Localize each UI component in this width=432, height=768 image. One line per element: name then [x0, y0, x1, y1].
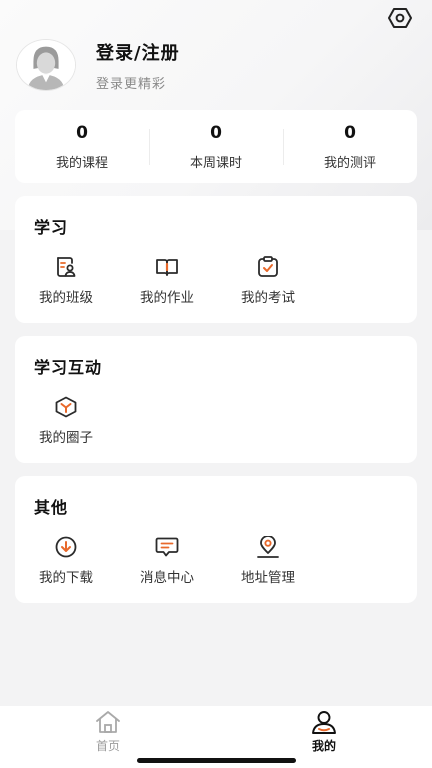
stat-value: 0: [344, 122, 356, 143]
menu-item-label: 消息中心: [140, 570, 194, 586]
stat-label: 本周课时: [189, 155, 242, 171]
home-icon: [96, 711, 120, 733]
class-icon: [57, 257, 76, 277]
menu-item-my-exam[interactable]: 我的考试: [236, 256, 337, 306]
profile-header[interactable]: 登录/注册 登录更精彩: [16, 38, 180, 92]
login-subtitle: 登录更精彩: [96, 76, 167, 92]
menu-item-label: 我的圈子: [39, 430, 93, 446]
location-pin-icon: [257, 536, 279, 558]
home-indicator: [137, 758, 296, 763]
menu-item-label: 我的考试: [241, 290, 295, 306]
stat-weekly-hours[interactable]: 0 本周课时: [149, 123, 283, 171]
download-icon: [55, 536, 77, 558]
menu-item-message-center[interactable]: 消息中心: [135, 536, 236, 586]
circle-hexagon-icon: [55, 396, 77, 418]
tab-label: 我的: [311, 739, 336, 753]
menu-item-label: 地址管理: [241, 570, 295, 586]
stat-my-assessments[interactable]: 0 我的测评: [283, 123, 417, 171]
stat-value: 0: [76, 122, 88, 143]
interaction-section: 学习互动 我的圈子: [15, 336, 417, 463]
stat-label: 我的测评: [323, 155, 376, 171]
stat-my-courses[interactable]: 0 我的课程: [15, 123, 149, 171]
menu-item-my-downloads[interactable]: 我的下载: [34, 536, 135, 586]
exam-clipboard-icon: [258, 256, 278, 277]
menu-item-label: 我的下载: [39, 570, 93, 586]
settings-button[interactable]: [386, 4, 414, 32]
homework-book-icon: [156, 259, 178, 276]
message-icon: [155, 537, 179, 557]
menu-item-my-homework[interactable]: 我的作业: [135, 256, 236, 306]
tab-label: 首页: [95, 739, 120, 753]
stat-label: 我的课程: [55, 155, 108, 171]
login-register-link[interactable]: 登录/注册: [96, 39, 180, 65]
menu-item-my-class[interactable]: 我的班级: [34, 256, 135, 306]
section-title: 学习互动: [34, 358, 103, 377]
section-title: 其他: [34, 498, 69, 517]
menu-item-label: 我的作业: [140, 290, 194, 306]
menu-item-address-management[interactable]: 地址管理: [236, 536, 337, 586]
tab-home[interactable]: 首页: [78, 710, 138, 754]
avatar[interactable]: [16, 39, 76, 91]
default-avatar-icon: [17, 40, 75, 90]
user-icon: [312, 711, 336, 734]
stat-value: 0: [210, 122, 222, 143]
settings-icon: [388, 8, 412, 28]
section-title: 学习: [34, 218, 69, 237]
menu-item-label: 我的班级: [39, 290, 93, 306]
study-section: 学习 我的班级 我的作业 我的考试: [15, 196, 417, 323]
tab-mine[interactable]: 我的: [294, 710, 354, 754]
menu-item-my-circle[interactable]: 我的圈子: [34, 396, 135, 446]
other-section: 其他 我的下载 消息中心 地址管理: [15, 476, 417, 603]
stats-card: 0 我的课程 0 本周课时 0 我的测评: [15, 110, 417, 183]
